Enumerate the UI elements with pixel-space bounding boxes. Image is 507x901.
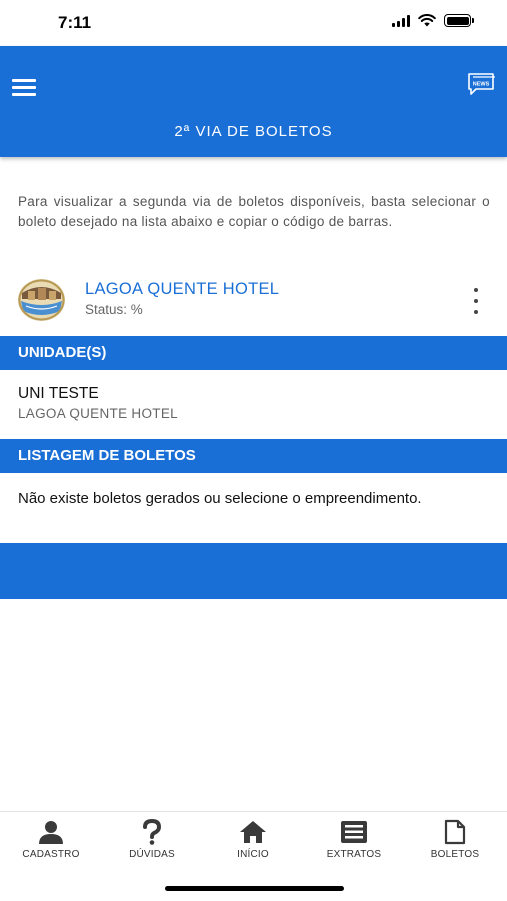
property-name[interactable]: LAGOA QUENTE HOTEL [85, 280, 279, 299]
tab-label: INÍCIO [237, 849, 269, 860]
property-row[interactable]: LAGOA QUENTE HOTEL Status: % [0, 272, 507, 328]
more-options-icon[interactable] [466, 288, 486, 314]
tab-cadastro[interactable]: CADASTRO [1, 818, 101, 864]
status-bar: 7:11 [0, 0, 507, 46]
tab-label: CADASTRO [22, 849, 80, 860]
status-icons [392, 14, 474, 27]
tab-duvidas[interactable]: DÚVIDAS [102, 818, 202, 864]
home-indicator[interactable] [165, 886, 344, 891]
boletos-section-header: LISTAGEM DE BOLETOS [0, 439, 507, 473]
news-icon[interactable]: NEWS [467, 72, 497, 98]
news-badge-text: NEWS [473, 82, 490, 88]
units-section-header: UNIDADE(S) [0, 336, 507, 370]
question-icon [137, 818, 167, 846]
tab-extratos[interactable]: EXTRATOS [304, 818, 404, 864]
status-time: 7:11 [58, 13, 92, 32]
list-icon [339, 818, 369, 846]
tab-label: BOLETOS [430, 849, 480, 860]
tab-inicio[interactable]: INÍCIO [203, 818, 303, 864]
wifi-icon [418, 14, 436, 27]
app-header: NEWS 2ª VIA DE BOLETOS [0, 46, 507, 157]
battery-icon [444, 14, 474, 27]
unit-name[interactable]: UNI TESTE [18, 385, 99, 403]
intro-text: Para visualizar a segunda via de boletos… [18, 194, 490, 229]
empty-boletos-message: Não existe boletos gerados ou selecione … [18, 490, 422, 507]
home-icon [238, 818, 268, 846]
person-icon [36, 818, 66, 846]
tab-boletos[interactable]: BOLETOS [405, 818, 505, 864]
property-status: Status: % [85, 302, 143, 317]
unit-property: LAGOA QUENTE HOTEL [18, 406, 178, 421]
document-icon [440, 818, 470, 846]
page-title: 2ª VIA DE BOLETOS [174, 123, 333, 140]
signal-icon [392, 14, 410, 27]
tab-label: DÚVIDAS [129, 849, 175, 860]
hamburger-menu-icon[interactable] [12, 79, 38, 97]
boletos-footer-bar [0, 543, 507, 599]
hotel-logo[interactable] [18, 279, 65, 321]
tab-label: EXTRATOS [326, 849, 382, 860]
